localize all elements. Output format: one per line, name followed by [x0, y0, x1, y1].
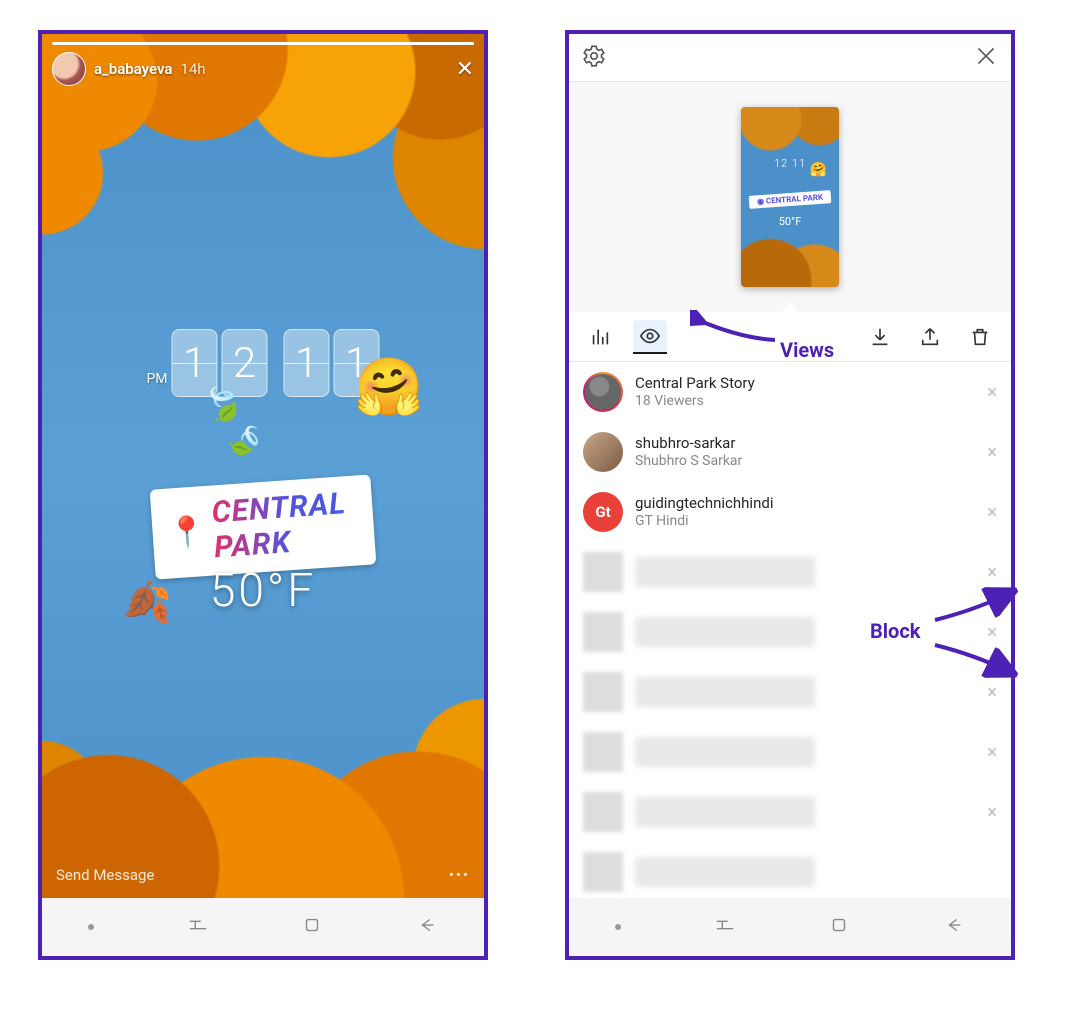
story-more-icon[interactable]: ••• — [449, 866, 470, 884]
clock-digit-3: 1 — [284, 329, 330, 397]
story-username[interactable]: a_babayeva — [94, 60, 172, 78]
viewers-tab-button[interactable] — [633, 320, 667, 354]
block-viewer-icon[interactable]: × — [987, 742, 997, 763]
insights-tab-bar — [569, 312, 1011, 362]
leaf-emoji-3: 🍂 — [122, 579, 172, 626]
hugging-face-emoji: 🤗 — [354, 354, 424, 420]
thumbnail-caret-icon — [780, 303, 800, 313]
nav-dot-icon — [615, 924, 621, 930]
thumb-emoji: 🤗 — [810, 162, 827, 178]
story-progress-bar — [52, 42, 474, 45]
download-button[interactable] — [863, 320, 897, 354]
story-timestamp: 14h — [180, 60, 205, 78]
android-nav-bar — [569, 898, 1011, 956]
viewer-row-blurred — [569, 842, 1011, 902]
block-viewer-icon[interactable]: × — [987, 562, 997, 583]
story-avatar[interactable] — [52, 52, 86, 86]
share-button[interactable] — [913, 320, 947, 354]
viewer-row-blurred: × — [569, 602, 1011, 662]
insights-tab-button[interactable] — [583, 320, 617, 354]
viewer-name: GT Hindi — [635, 513, 773, 531]
viewer-username: guidingtechnichhindi — [635, 494, 773, 513]
thumb-location: ◉ CENTRAL PARK — [749, 190, 832, 209]
story-footer: Send Message ••• — [56, 866, 470, 884]
time-sticker[interactable]: PM 1 2 1 1 — [146, 329, 379, 397]
story-title: Central Park Story — [635, 374, 755, 393]
clock-pm-label: PM — [146, 371, 167, 387]
thumb-temp: 50°F — [741, 215, 839, 228]
close-icon[interactable]: ✕ — [456, 57, 474, 82]
story-thumbnail[interactable]: 12 11 🤗 ◉ CENTRAL PARK 50°F — [741, 107, 839, 287]
temperature-sticker[interactable]: 50°F — [210, 564, 316, 618]
viewer-row-blurred: × — [569, 782, 1011, 842]
block-viewer-icon[interactable]: × — [987, 442, 997, 463]
viewer-username: shubhro-sarkar — [635, 434, 742, 453]
nav-recents-button[interactable] — [187, 914, 209, 940]
viewer-avatar[interactable]: Gt — [583, 492, 623, 532]
block-viewer-icon[interactable]: × — [987, 502, 997, 523]
story-thumbnail-area: 12 11 🤗 ◉ CENTRAL PARK 50°F — [569, 82, 1011, 312]
send-message-input[interactable]: Send Message — [56, 866, 154, 884]
leaf-emoji-2: 🍃 — [220, 416, 271, 467]
foliage-bottom — [42, 578, 484, 898]
viewers-top-bar — [569, 34, 1011, 82]
viewers-count: 18 Viewers — [635, 393, 755, 411]
story-header: a_babayeva 14h ✕ — [52, 52, 474, 86]
delete-button[interactable] — [963, 320, 997, 354]
viewer-row[interactable]: shubhro-sarkar Shubhro S Sarkar × — [569, 422, 1011, 482]
block-viewer-icon[interactable]: × — [987, 682, 997, 703]
viewer-avatar[interactable] — [583, 432, 623, 472]
nav-back-button[interactable] — [943, 914, 965, 940]
close-icon[interactable] — [973, 43, 999, 73]
viewer-row-blurred: × — [569, 542, 1011, 602]
nav-recents-button[interactable] — [714, 914, 736, 940]
block-viewer-icon[interactable]: × — [987, 802, 997, 823]
story-canvas[interactable]: a_babayeva 14h ✕ PM 1 2 1 1 🤗 🍃 🍃 🍂 📍 CE… — [42, 34, 484, 898]
nav-home-button[interactable] — [828, 914, 850, 940]
viewer-row-blurred: × — [569, 662, 1011, 722]
story-header-row: Central Park Story 18 Viewers × — [569, 362, 1011, 422]
viewer-list[interactable]: Central Park Story 18 Viewers × shubhro-… — [569, 362, 1011, 902]
viewer-row-blurred: × — [569, 722, 1011, 782]
location-pin-icon: 📍 — [168, 513, 209, 551]
story-header-avatar[interactable] — [583, 372, 623, 412]
android-nav-bar — [42, 898, 484, 956]
viewer-row[interactable]: Gt guidingtechnichhindi GT Hindi × — [569, 482, 1011, 542]
location-text: CENTRAL PARK — [211, 485, 360, 565]
block-viewer-icon[interactable]: × — [987, 622, 997, 643]
dismiss-icon[interactable]: × — [987, 382, 997, 403]
nav-dot-icon — [88, 924, 94, 930]
nav-home-button[interactable] — [301, 914, 323, 940]
settings-icon[interactable] — [581, 43, 607, 73]
phone-right-viewers: 12 11 🤗 ◉ CENTRAL PARK 50°F Central Park — [565, 30, 1015, 960]
nav-back-button[interactable] — [416, 914, 438, 940]
phone-left-story: a_babayeva 14h ✕ PM 1 2 1 1 🤗 🍃 🍃 🍂 📍 CE… — [38, 30, 488, 960]
viewer-name: Shubhro S Sarkar — [635, 453, 742, 471]
